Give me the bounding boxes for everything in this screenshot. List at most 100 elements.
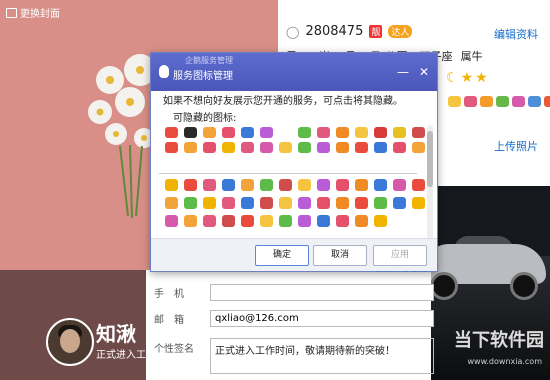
ok-button[interactable]: 确定 [255, 245, 309, 266]
service-icon[interactable] [355, 142, 368, 153]
service-icon[interactable] [336, 127, 349, 138]
service-icon[interactable] [528, 96, 541, 107]
service-icon[interactable] [203, 127, 216, 138]
service-icon[interactable] [298, 197, 311, 209]
service-icon[interactable] [448, 96, 461, 107]
upload-photo-link[interactable]: 上传照片 [494, 138, 538, 154]
service-icon[interactable] [298, 215, 311, 227]
service-icon[interactable] [298, 142, 311, 153]
service-icon[interactable] [184, 127, 197, 138]
service-icon[interactable] [184, 215, 197, 227]
service-icon[interactable] [412, 127, 425, 138]
hidden-icons-grid [165, 179, 425, 227]
service-icon[interactable] [203, 142, 216, 153]
service-icon[interactable] [165, 197, 178, 209]
service-icon[interactable] [512, 96, 525, 107]
service-icon[interactable] [374, 127, 387, 138]
apply-button[interactable]: 应用 [373, 245, 427, 266]
service-icon[interactable] [279, 197, 292, 209]
service-icon[interactable] [496, 96, 509, 107]
service-icon[interactable] [260, 142, 273, 153]
change-cover-label: 更换封面 [20, 9, 60, 20]
watermark-url: www.downxia.com [467, 357, 542, 366]
service-icon[interactable] [374, 215, 387, 227]
service-icon[interactable] [279, 142, 292, 153]
phone-field[interactable] [210, 284, 434, 301]
service-icon[interactable] [203, 197, 216, 209]
service-icon[interactable] [279, 215, 292, 227]
service-icon[interactable] [317, 215, 330, 227]
service-icon[interactable] [355, 127, 368, 138]
service-icon[interactable] [279, 127, 292, 138]
service-icon[interactable] [241, 127, 254, 138]
service-icon[interactable] [165, 179, 178, 191]
vip-badge: 达人 [388, 25, 413, 38]
minimize-icon[interactable]: — [397, 65, 409, 79]
service-icon[interactable] [374, 197, 387, 209]
email-field[interactable] [210, 310, 434, 327]
service-icon[interactable] [336, 197, 349, 209]
image-icon [6, 7, 17, 18]
service-icon[interactable] [222, 179, 235, 191]
service-icon[interactable] [184, 142, 197, 153]
penguin-icon: ◯ [286, 24, 300, 39]
service-icon[interactable] [222, 142, 235, 153]
service-icon[interactable] [260, 197, 273, 209]
service-icon[interactable] [184, 197, 197, 209]
close-icon[interactable]: ✕ [419, 65, 429, 79]
change-cover-button[interactable]: 更换封面 [6, 5, 60, 20]
level-icons: ☾ ★ ★ [446, 70, 488, 86]
service-icon[interactable] [412, 142, 425, 153]
service-icon[interactable] [165, 215, 178, 227]
service-icon[interactable] [317, 142, 330, 153]
service-icon[interactable] [222, 215, 235, 227]
service-icon[interactable] [412, 179, 425, 191]
dialog-title-bar[interactable]: 企鹅服务管理 服务图标管理 — ✕ [151, 53, 437, 91]
service-icon[interactable] [279, 179, 292, 191]
service-icon[interactable] [222, 127, 235, 138]
service-icon[interactable] [393, 197, 406, 209]
service-icon[interactable] [317, 197, 330, 209]
service-icon[interactable] [298, 127, 311, 138]
service-icon-dialog: 企鹅服务管理 服务图标管理 — ✕ 如果不想向好友展示您开通的服务，可点击将其隐… [150, 52, 438, 274]
service-icon[interactable] [317, 179, 330, 191]
service-icon[interactable] [355, 179, 368, 191]
service-icon[interactable] [393, 142, 406, 153]
service-icon[interactable] [355, 197, 368, 209]
avatar[interactable] [46, 318, 94, 366]
signature-field[interactable]: 正式进入工作时间，敬请期待新的突破！ [210, 338, 434, 374]
service-icon[interactable] [241, 215, 254, 227]
service-icon[interactable] [544, 96, 550, 107]
cancel-button[interactable]: 取消 [313, 245, 367, 266]
service-icon[interactable] [374, 142, 387, 153]
service-icon[interactable] [260, 215, 273, 227]
service-icon[interactable] [355, 215, 368, 227]
service-icon[interactable] [222, 197, 235, 209]
service-icon[interactable] [241, 142, 254, 153]
penguin-icon [159, 65, 169, 78]
service-icon[interactable] [298, 179, 311, 191]
service-icon[interactable] [203, 215, 216, 227]
service-icon[interactable] [393, 127, 406, 138]
service-icon[interactable] [393, 179, 406, 191]
edit-profile-link[interactable]: 编辑资料 [494, 26, 538, 42]
service-icon[interactable] [464, 96, 477, 107]
service-icon[interactable] [412, 197, 425, 209]
service-icon[interactable] [241, 179, 254, 191]
service-icon[interactable] [260, 179, 273, 191]
email-label: 邮 箱 [154, 315, 184, 326]
service-icon[interactable] [336, 215, 349, 227]
liang-badge: 靓 [369, 25, 383, 38]
service-icon[interactable] [317, 127, 330, 138]
service-icon[interactable] [203, 179, 216, 191]
service-icon[interactable] [165, 142, 178, 153]
service-icon[interactable] [165, 127, 178, 138]
service-icon[interactable] [480, 96, 493, 107]
scrollbar-thumb[interactable] [427, 131, 433, 187]
service-icon[interactable] [241, 197, 254, 209]
service-icon[interactable] [184, 179, 197, 191]
service-icon[interactable] [336, 179, 349, 191]
service-icon[interactable] [260, 127, 273, 138]
service-icon[interactable] [336, 142, 349, 153]
service-icon[interactable] [374, 179, 387, 191]
